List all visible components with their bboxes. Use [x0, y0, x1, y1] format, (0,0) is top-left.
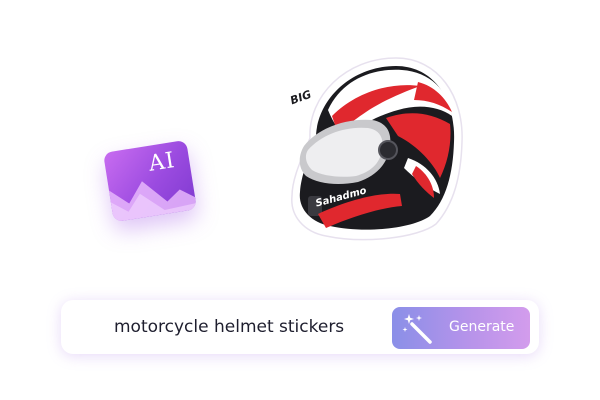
ai-image-badge-icon: AI [103, 139, 197, 223]
generate-button[interactable]: Generate [392, 307, 530, 349]
generate-button-label: Generate [449, 319, 515, 335]
motorcycle-helmet-icon [291, 57, 463, 241]
magic-wand-icon [402, 314, 432, 344]
prompt-input[interactable]: motorcycle helmet stickers [114, 317, 344, 337]
motorcycle-helmet-sticker: BIG Sahadmo [268, 46, 468, 246]
ai-badge-label: AI [146, 147, 178, 177]
prompt-bar: motorcycle helmet stickers Generate [61, 300, 539, 354]
